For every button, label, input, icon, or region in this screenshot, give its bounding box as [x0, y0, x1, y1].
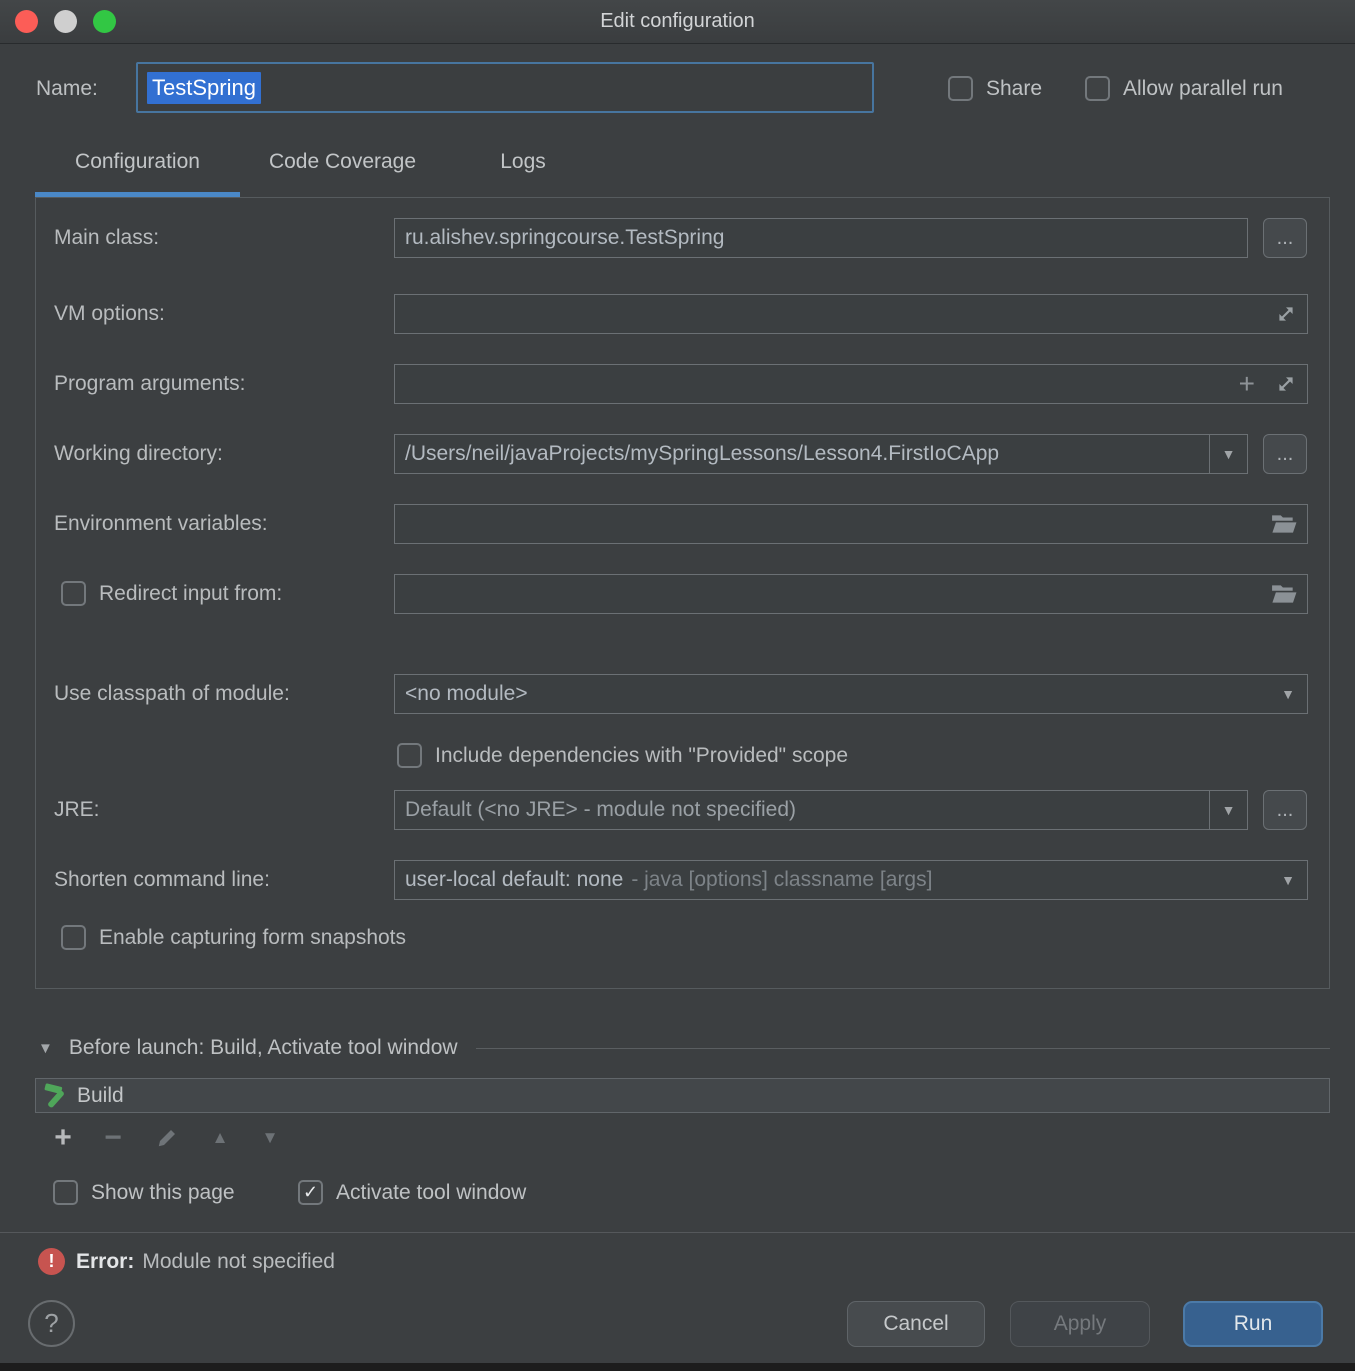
activate-tool-window-label: Activate tool window	[336, 1181, 526, 1205]
run-button[interactable]: Run	[1183, 1301, 1323, 1347]
edit-task-icon[interactable]	[152, 1120, 182, 1156]
window-bottom-edge	[0, 1363, 1355, 1371]
vm-options-input[interactable]	[394, 294, 1308, 334]
use-classpath-dropdown[interactable]: <no module> ▼	[394, 674, 1308, 714]
move-down-icon[interactable]: ▼	[255, 1120, 285, 1156]
error-icon: !	[38, 1248, 65, 1275]
vm-options-row: VM options:	[36, 294, 1329, 334]
help-button[interactable]: ?	[28, 1300, 75, 1347]
name-input[interactable]: TestSpring	[136, 62, 874, 113]
error-message: Module not specified	[142, 1250, 335, 1274]
jre-browse-button[interactable]: ...	[1263, 790, 1307, 830]
window-title: Edit configuration	[600, 10, 755, 33]
program-arguments-label: Program arguments:	[54, 364, 245, 404]
tab-code-coverage[interactable]: Code Coverage	[240, 150, 445, 174]
close-window-button[interactable]	[15, 10, 38, 33]
program-arguments-row: Program arguments: +	[36, 364, 1329, 404]
main-class-input[interactable]: ru.alishev.springcourse.TestSpring	[394, 218, 1248, 258]
jre-label: JRE:	[54, 790, 100, 830]
provided-scope-label: Include dependencies with "Provided" sco…	[435, 741, 848, 771]
vm-options-label: VM options:	[54, 294, 165, 334]
shorten-command-line-dropdown[interactable]: user-local default: none - java [options…	[394, 860, 1308, 900]
form-snapshots-row: ✓ Enable capturing form snapshots	[36, 923, 1329, 953]
redirect-input-checkbox[interactable]: ✓	[61, 581, 86, 606]
main-class-row: Main class: ru.alishev.springcourse.Test…	[36, 218, 1329, 258]
folder-icon[interactable]	[1271, 505, 1297, 543]
folder-icon[interactable]	[1271, 575, 1297, 613]
minimize-window-button[interactable]	[54, 10, 77, 33]
add-icon[interactable]: +	[1239, 365, 1255, 403]
before-launch-title: Before launch: Build, Activate tool wind…	[69, 1036, 458, 1060]
name-label: Name:	[36, 77, 98, 101]
before-launch-header[interactable]: ▼ Before launch: Build, Activate tool wi…	[38, 1036, 1330, 1060]
working-directory-row: Working directory: /Users/neil/javaProje…	[36, 434, 1329, 474]
share-label: Share	[986, 77, 1042, 101]
use-classpath-row: Use classpath of module: <no module> ▼	[36, 674, 1329, 714]
program-arguments-input[interactable]: +	[394, 364, 1308, 404]
expand-field-icon[interactable]	[1275, 295, 1297, 333]
edit-configuration-dialog: Edit configuration Name: TestSpring ✓ Sh…	[0, 0, 1355, 1371]
main-class-browse-button[interactable]: ...	[1263, 218, 1307, 258]
chevron-down-icon[interactable]: ▼	[1209, 791, 1247, 829]
remove-task-icon[interactable]: −	[98, 1120, 128, 1156]
environment-variables-row: Environment variables:	[36, 504, 1329, 544]
collapse-triangle-icon[interactable]: ▼	[38, 1040, 53, 1057]
working-directory-combobox[interactable]: /Users/neil/javaProjects/mySpringLessons…	[394, 434, 1248, 474]
chevron-down-icon: ▼	[1281, 675, 1295, 713]
build-hammer-icon	[41, 1082, 69, 1110]
activate-tool-window-checkbox[interactable]: ✓	[298, 1180, 323, 1205]
shorten-command-line-row: Shorten command line: user-local default…	[36, 860, 1329, 900]
before-launch-list: Build	[35, 1078, 1330, 1113]
apply-button[interactable]: Apply	[1010, 1301, 1150, 1347]
question-mark-icon: ?	[44, 1308, 58, 1339]
configuration-panel: Main class: ru.alishev.springcourse.Test…	[35, 197, 1330, 989]
before-launch-toolbar: + − ▲ ▼	[35, 1120, 1330, 1156]
cancel-button[interactable]: Cancel	[847, 1301, 985, 1347]
main-class-label: Main class:	[54, 218, 159, 258]
jre-row: JRE: Default (<no JRE> - module not spec…	[36, 790, 1329, 830]
chevron-down-icon: ▼	[1281, 861, 1295, 899]
move-up-icon[interactable]: ▲	[205, 1120, 235, 1156]
before-launch-item-build[interactable]: Build	[77, 1084, 124, 1108]
error-status-row: ! Error: Module not specified	[38, 1248, 335, 1275]
working-directory-browse-button[interactable]: ...	[1263, 434, 1307, 474]
redirect-input-field[interactable]	[394, 574, 1308, 614]
name-input-selected-text: TestSpring	[147, 72, 261, 104]
provided-scope-checkbox[interactable]: ✓	[397, 743, 422, 768]
environment-variables-label: Environment variables:	[54, 504, 268, 544]
environment-variables-input[interactable]	[394, 504, 1308, 544]
form-snapshots-label: Enable capturing form snapshots	[99, 923, 406, 953]
use-classpath-label: Use classpath of module:	[54, 674, 290, 714]
allow-parallel-run-label: Allow parallel run	[1123, 77, 1283, 101]
tab-configuration[interactable]: Configuration	[35, 150, 240, 174]
add-task-icon[interactable]: +	[48, 1120, 78, 1156]
shorten-command-line-label: Shorten command line:	[54, 860, 270, 900]
tab-logs[interactable]: Logs	[445, 150, 601, 174]
show-this-page-label: Show this page	[91, 1181, 235, 1205]
jre-dropdown[interactable]: Default (<no JRE> - module not specified…	[394, 790, 1248, 830]
footer-divider	[0, 1232, 1355, 1233]
title-bar: Edit configuration	[0, 0, 1355, 44]
expand-field-icon[interactable]	[1275, 365, 1297, 403]
redirect-input-label: Redirect input from:	[99, 574, 282, 614]
show-this-page-checkbox[interactable]: ✓	[53, 1180, 78, 1205]
share-checkbox[interactable]: ✓	[948, 76, 973, 101]
zoom-window-button[interactable]	[93, 10, 116, 33]
redirect-input-row: ✓ Redirect input from:	[36, 574, 1329, 614]
chevron-down-icon[interactable]: ▼	[1209, 435, 1247, 473]
header-rule	[476, 1048, 1330, 1049]
error-prefix: Error:	[76, 1250, 134, 1274]
working-directory-label: Working directory:	[54, 434, 223, 474]
form-snapshots-checkbox[interactable]: ✓	[61, 925, 86, 950]
provided-scope-row: ✓ Include dependencies with "Provided" s…	[36, 741, 1329, 771]
allow-parallel-run-checkbox[interactable]: ✓	[1085, 76, 1110, 101]
